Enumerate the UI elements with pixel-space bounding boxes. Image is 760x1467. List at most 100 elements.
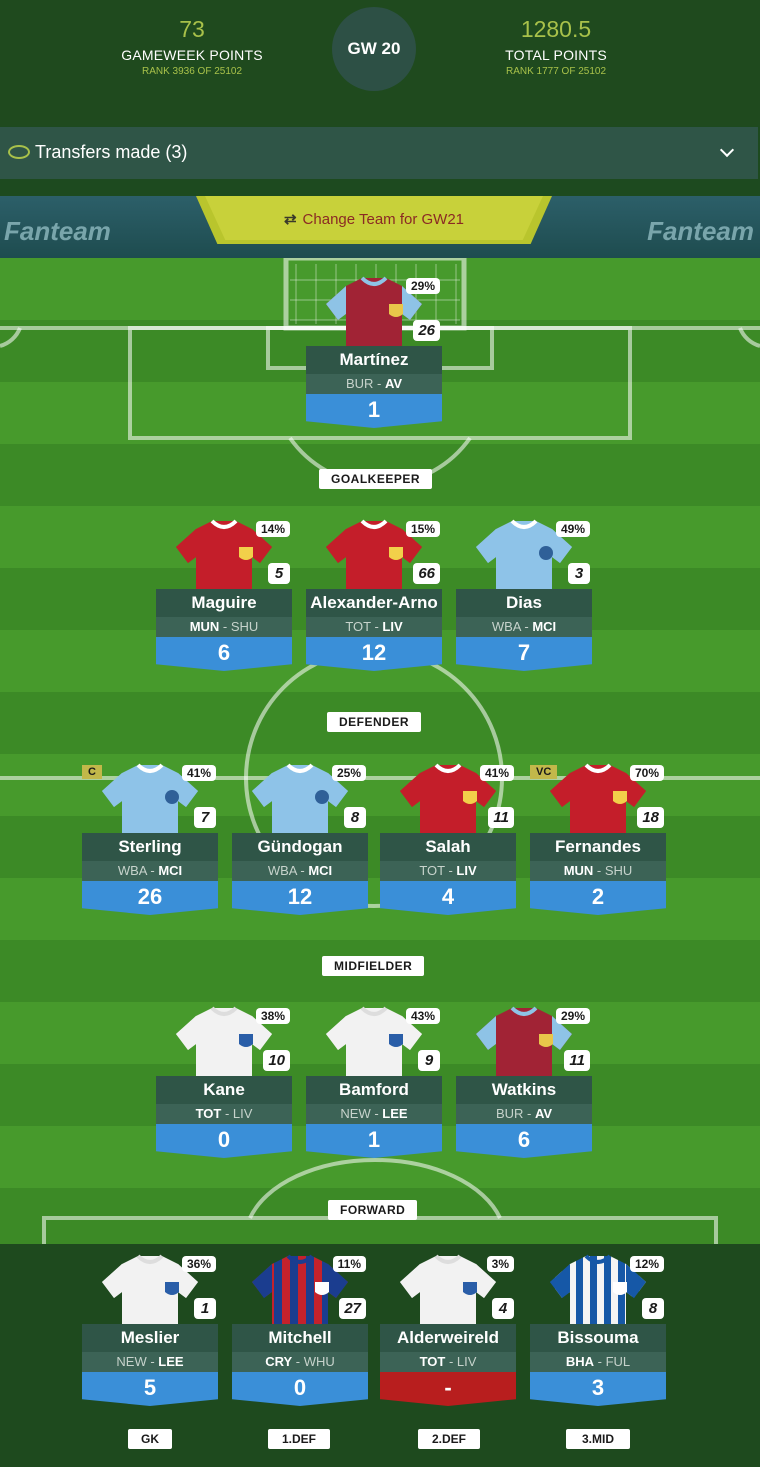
shirt-points: 18 xyxy=(637,807,664,828)
away-team: LIV xyxy=(232,1106,253,1121)
player-name: Mitchell xyxy=(232,1324,368,1352)
ownership-percent: 11% xyxy=(332,1256,366,1272)
total-points-value: 1280.5 xyxy=(520,16,592,42)
player-card-maguire[interactable]: 14% 5 Maguire MUN - SHU 6 xyxy=(156,519,292,671)
gameweek-rank: RANK 3936 OF 25102 xyxy=(141,66,243,77)
fixture: CRY - WHU xyxy=(232,1352,368,1372)
shirt-points: 8 xyxy=(344,807,366,828)
home-team: TOT xyxy=(419,863,445,878)
away-team: AV xyxy=(384,376,403,391)
bench-card-mitchell[interactable]: 11% 27 Mitchell CRY - WHU 0 xyxy=(232,1254,368,1406)
away-team: WHU xyxy=(303,1354,335,1369)
fixture: NEW - LEE xyxy=(82,1352,218,1372)
ownership-percent: 38% xyxy=(255,1008,290,1024)
position-label-midfielder: MIDFIELDER xyxy=(322,956,425,976)
away-team: AV xyxy=(534,1106,553,1121)
gameweek-points-label: GAMEWEEK POINTS xyxy=(121,47,263,63)
fixture: WBA - MCI xyxy=(82,861,218,881)
gameweek-points-value: 73 xyxy=(179,16,205,42)
bench-card-alderweireld[interactable]: 3% 4 Alderweireld TOT - LIV - xyxy=(380,1254,516,1406)
player-score: 12 xyxy=(232,881,368,915)
bench: 36% 1 Meslier NEW - LEE 5 11% 27 Mitchell CRY -… xyxy=(0,1244,760,1467)
bench-card-meslier[interactable]: 36% 1 Meslier NEW - LEE 5 xyxy=(82,1254,218,1406)
kit-shirt-icon xyxy=(398,1254,498,1328)
player-score: 1 xyxy=(306,394,442,428)
player-card-salah[interactable]: 41% 11 Salah TOT - LIV 4 xyxy=(380,763,516,915)
transfers-made-bar[interactable]: Transfers made (3) xyxy=(0,127,758,179)
ownership-percent: 29% xyxy=(555,1008,590,1024)
ownership-percent: 36% xyxy=(181,1256,216,1272)
ownership-percent: 43% xyxy=(405,1008,440,1024)
pitch: Fanteam Fanteam ⇄ Change Team for GW21 29… xyxy=(0,196,760,1244)
away-team: LEE xyxy=(382,1106,408,1121)
fixture: BUR - AV xyxy=(456,1104,592,1124)
away-team: SHU xyxy=(230,619,259,634)
player-card-kane[interactable]: 38% 10 Kane TOT - LIV 0 xyxy=(156,1006,292,1158)
player-card-sterling[interactable]: C 41% 7 Sterling WBA - MCI 26 xyxy=(82,763,218,915)
change-team-label: Change Team for GW21 xyxy=(302,211,465,228)
player-score: 26 xyxy=(82,881,218,915)
shirt-points: 4 xyxy=(492,1298,514,1319)
ownership-percent: 29% xyxy=(405,278,440,294)
bench-card-bissouma[interactable]: 12% 8 Bissouma BHA - FUL 3 xyxy=(530,1254,666,1406)
home-team: BUR xyxy=(495,1106,524,1121)
shirt-points: 66 xyxy=(413,563,440,584)
player-name: Dias xyxy=(456,589,592,617)
gameweek-badge[interactable]: GW 20 xyxy=(332,7,416,91)
ownership-percent: 15% xyxy=(405,521,440,537)
home-team: TOT xyxy=(419,1354,446,1369)
home-team: NEW xyxy=(116,1354,147,1369)
player-name: Meslier xyxy=(82,1324,218,1352)
ownership-percent: 14% xyxy=(255,521,290,537)
home-team: TOT xyxy=(345,619,371,634)
player-card-alexander-arnold[interactable]: 15% 66 Alexander-Arno TOT - LIV 12 xyxy=(306,519,442,671)
away-team: MCI xyxy=(308,863,333,878)
home-team: CRY xyxy=(265,1354,293,1369)
player-name: Martínez xyxy=(306,346,442,374)
ownership-percent: 41% xyxy=(479,765,514,781)
player-card-martinez[interactable]: 29% 26 Martínez BUR - AV 1 xyxy=(306,276,442,428)
captain-badge: C xyxy=(82,765,102,779)
player-score: 4 xyxy=(380,881,516,915)
player-card-bamford[interactable]: 43% 9 Bamford NEW - LEE 1 xyxy=(306,1006,442,1158)
transfer-loop-icon xyxy=(8,145,30,159)
player-score: 6 xyxy=(456,1124,592,1158)
ownership-percent: 3% xyxy=(486,1256,514,1272)
change-team-button[interactable]: ⇄ Change Team for GW21 xyxy=(200,210,548,228)
home-team: NEW xyxy=(340,1106,371,1121)
home-team: BUR xyxy=(345,376,374,391)
player-card-watkins[interactable]: 29% 11 Watkins BUR - AV 6 xyxy=(456,1006,592,1158)
fixture: TOT - LIV xyxy=(156,1104,292,1124)
swap-arrows-icon: ⇄ xyxy=(283,211,297,228)
home-team: WBA xyxy=(267,863,297,878)
shirt-points: 10 xyxy=(263,1050,290,1071)
player-score: 0 xyxy=(156,1124,292,1158)
fanteam-logo-right: Fanteam xyxy=(647,216,754,246)
shirt-points: 26 xyxy=(413,320,440,341)
player-score: 2 xyxy=(530,881,666,915)
player-card-gundogan[interactable]: 25% 8 Gündogan WBA - MCI 12 xyxy=(232,763,368,915)
player-score: 12 xyxy=(306,637,442,671)
player-name: Bissouma xyxy=(530,1324,666,1352)
position-label-defender: DEFENDER xyxy=(327,712,422,732)
ownership-percent: 41% xyxy=(181,765,216,781)
ownership-percent: 70% xyxy=(629,765,664,781)
fixture: TOT - LIV xyxy=(306,617,442,637)
home-team: BHA xyxy=(565,1354,595,1369)
points-header: 73 GAMEWEEK POINTS RANK 3936 OF 25102 GW… xyxy=(0,0,760,126)
shirt-points: 11 xyxy=(564,1050,590,1071)
player-score: - xyxy=(380,1372,516,1406)
away-team: LIV xyxy=(382,619,403,634)
player-score: 5 xyxy=(82,1372,218,1406)
player-card-fernandes[interactable]: VC 70% 18 Fernandes MUN - SHU 2 xyxy=(530,763,666,915)
shirt-points: 5 xyxy=(268,563,290,584)
player-card-dias[interactable]: 49% 3 Dias WBA - MCI 7 xyxy=(456,519,592,671)
chevron-down-icon[interactable] xyxy=(719,142,735,158)
shirt-points: 1 xyxy=(194,1298,216,1319)
shirt-points: 3 xyxy=(568,563,590,584)
transfers-made-label: Transfers made (3) xyxy=(35,142,188,162)
total-points-block: 1280.5 TOTAL POINTS RANK 1777 OF 25102 xyxy=(446,16,666,77)
home-team: MUN xyxy=(563,863,594,878)
gameweek-points-block: 73 GAMEWEEK POINTS RANK 3936 OF 25102 xyxy=(82,16,302,77)
away-team: MCI xyxy=(158,863,183,878)
